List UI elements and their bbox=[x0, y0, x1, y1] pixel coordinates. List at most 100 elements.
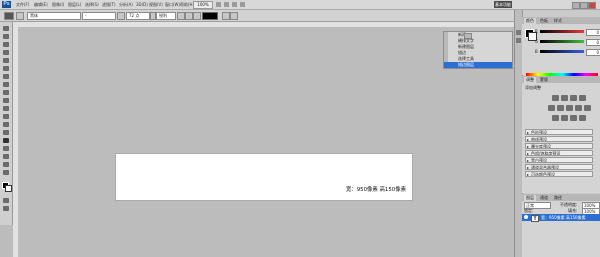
blur-tool-icon[interactable] bbox=[3, 122, 9, 127]
black-white-icon[interactable] bbox=[575, 105, 582, 111]
adjustments-panel-tabs: 调整 蒙版 bbox=[522, 76, 600, 83]
text-orientation-icon[interactable] bbox=[16, 12, 24, 20]
color-balance-icon[interactable] bbox=[566, 105, 573, 111]
eraser-tool-icon[interactable] bbox=[3, 106, 9, 111]
warp-text-icon[interactable] bbox=[222, 12, 230, 20]
menu-view[interactable]: 视图(V) bbox=[149, 2, 163, 8]
font-family-select[interactable]: 黑体 bbox=[27, 12, 81, 20]
text-tool-preset-icon[interactable] bbox=[4, 12, 14, 20]
menu-3d[interactable]: 3D(D) bbox=[136, 2, 148, 7]
lasso-tool-icon[interactable] bbox=[3, 42, 9, 47]
menu-filter[interactable]: 滤镜(T) bbox=[102, 2, 116, 8]
hue-saturation-icon[interactable] bbox=[557, 105, 564, 111]
zoom-level-select[interactable]: 100% bbox=[193, 1, 213, 9]
move-tool-icon[interactable] bbox=[3, 26, 9, 31]
layer-row-selected[interactable]: T 宽：950像素 高150像素 bbox=[522, 214, 600, 222]
history-panel-icon[interactable] bbox=[516, 30, 521, 35]
screen-mode-icon[interactable] bbox=[3, 206, 9, 211]
levels-icon[interactable] bbox=[561, 95, 568, 101]
brightness-contrast-icon[interactable] bbox=[552, 95, 559, 101]
gradient-map-icon[interactable] bbox=[579, 115, 586, 121]
history-item-selected[interactable]: 描边图层 bbox=[444, 62, 512, 68]
actions-panel-icon[interactable] bbox=[516, 38, 521, 43]
type-tool-icon[interactable] bbox=[3, 146, 9, 151]
font-style-select[interactable]: - bbox=[82, 12, 116, 20]
font-size-select[interactable]: 72 点 bbox=[126, 12, 150, 20]
visibility-eye-icon[interactable] bbox=[524, 215, 528, 219]
history-panel: 新建 横排文字 新建图层 描边 选择工具 描边图层 bbox=[443, 31, 513, 69]
path-selection-tool-icon[interactable] bbox=[3, 154, 9, 159]
character-panel-icon[interactable] bbox=[230, 12, 238, 20]
hand-tool-icon[interactable] bbox=[216, 2, 221, 7]
photoshop-logo: Ps bbox=[2, 1, 11, 8]
zoom-tool-icon[interactable] bbox=[224, 2, 229, 7]
preset-levels[interactable]: ▸ 色阶预设 bbox=[525, 129, 593, 135]
layers-panel: 正常 不透明度: 100% 锁定: 填充: 100% T 宽：950像素 高15… bbox=[522, 201, 600, 257]
pen-tool-icon[interactable] bbox=[3, 138, 9, 143]
canvas-text-layer[interactable]: 宽：950像素 高150像素 bbox=[346, 185, 406, 193]
menu-analysis[interactable]: 分析(A) bbox=[119, 2, 133, 8]
workspace-basic-button[interactable]: 基本功能 bbox=[494, 1, 512, 8]
document-canvas[interactable]: 宽：950像素 高150像素 bbox=[115, 153, 413, 201]
blue-value-field[interactable]: 0 bbox=[586, 49, 600, 56]
curves-icon[interactable] bbox=[570, 95, 577, 101]
text-color-swatch[interactable] bbox=[202, 12, 218, 20]
shape-tool-icon[interactable] bbox=[3, 162, 9, 167]
red-value-field[interactable]: 0 bbox=[586, 29, 600, 36]
brush-tool-icon[interactable] bbox=[3, 82, 9, 87]
posterize-icon[interactable] bbox=[561, 115, 568, 121]
green-slider[interactable] bbox=[540, 40, 584, 43]
arrange-documents-icon[interactable] bbox=[232, 2, 237, 7]
eyedropper-tool-icon[interactable] bbox=[3, 66, 9, 71]
tab-swatches[interactable]: 色板 bbox=[540, 18, 548, 24]
history-brush-tool-icon[interactable] bbox=[3, 98, 9, 103]
healing-brush-tool-icon[interactable] bbox=[3, 74, 9, 79]
color-panel-tabs: 颜色 色板 样式 bbox=[522, 17, 600, 24]
screen-mode-icon[interactable] bbox=[240, 2, 245, 7]
zoom-tool-icon[interactable] bbox=[3, 170, 9, 175]
menu-bar: Ps 文件(F) 编辑(E) 图像(I) 图层(L) 选择(S) 滤镜(T) 分… bbox=[0, 0, 600, 10]
dodge-tool-icon[interactable] bbox=[3, 130, 9, 135]
preset-curves[interactable]: ▸ 曲线预设 bbox=[525, 136, 593, 142]
antialias-select[interactable]: 锐利 bbox=[156, 12, 176, 20]
threshold-icon[interactable] bbox=[570, 115, 577, 121]
preset-black-white[interactable]: ▸ 黑白预设 bbox=[525, 157, 593, 163]
align-right-icon[interactable] bbox=[193, 12, 201, 20]
minimize-icon[interactable] bbox=[572, 2, 580, 9]
marquee-tool-icon[interactable] bbox=[3, 34, 9, 39]
preset-channel-mixer[interactable]: ▸ 通道混合器预设 bbox=[525, 164, 593, 170]
menu-file[interactable]: 文件(F) bbox=[16, 2, 29, 8]
preset-hue-saturation[interactable]: ▸ 色相/饱和度预设 bbox=[525, 150, 593, 156]
vibrance-icon[interactable] bbox=[548, 105, 555, 111]
expand-arrow-icon: ▸ bbox=[527, 172, 530, 177]
close-icon[interactable] bbox=[588, 2, 596, 9]
maximize-icon[interactable] bbox=[580, 2, 588, 9]
exposure-icon[interactable] bbox=[579, 95, 586, 101]
quick-select-tool-icon[interactable] bbox=[3, 50, 9, 55]
green-value-field[interactable]: 0 bbox=[586, 39, 600, 46]
red-slider[interactable] bbox=[540, 30, 584, 33]
gradient-tool-icon[interactable] bbox=[3, 114, 9, 119]
menu-image[interactable]: 图像(I) bbox=[52, 2, 64, 8]
tab-color[interactable]: 颜色 bbox=[524, 18, 536, 24]
align-center-icon[interactable] bbox=[185, 12, 193, 20]
preset-exposure[interactable]: ▸ 曝光度预设 bbox=[525, 143, 593, 149]
menu-select[interactable]: 选择(S) bbox=[85, 2, 99, 8]
layer-name[interactable]: 宽：950像素 高150像素 bbox=[541, 214, 586, 221]
menu-edit[interactable]: 编辑(E) bbox=[34, 2, 48, 8]
right-panel-dock: 颜色 色板 样式 R 0 G 0 B 0 调整 蒙版 添加调整 ▸ 色阶预设 ▸… bbox=[514, 10, 600, 257]
background-color-swatch[interactable] bbox=[5, 185, 12, 192]
menu-layer[interactable]: 图层(L) bbox=[68, 2, 81, 8]
clone-stamp-tool-icon[interactable] bbox=[3, 90, 9, 95]
expand-arrow-icon: ▸ bbox=[527, 151, 530, 156]
invert-icon[interactable] bbox=[552, 115, 559, 121]
crop-tool-icon[interactable] bbox=[3, 58, 9, 63]
blue-slider[interactable] bbox=[540, 50, 584, 53]
blue-channel-label: B bbox=[535, 49, 538, 54]
menu-window[interactable]: 窗口(W) bbox=[165, 2, 180, 8]
align-left-icon[interactable] bbox=[177, 12, 185, 20]
tab-styles[interactable]: 样式 bbox=[554, 18, 562, 24]
quick-mask-icon[interactable] bbox=[3, 198, 9, 203]
photo-filter-icon[interactable] bbox=[584, 105, 591, 111]
preset-selective-color[interactable]: ▸ 可选颜色预设 bbox=[525, 171, 593, 177]
